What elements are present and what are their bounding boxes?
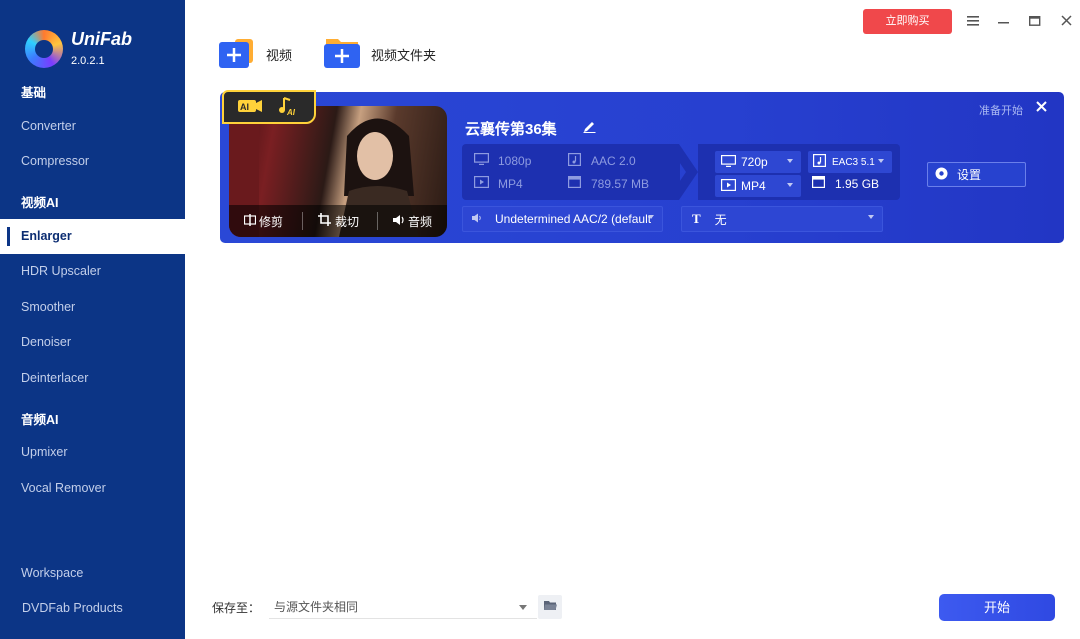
video-file-icon xyxy=(721,178,737,194)
buy-now-button[interactable]: 立即购买 xyxy=(863,9,952,34)
source-audio: AAC 2.0 xyxy=(568,153,636,169)
section-audio-ai: 音频AI xyxy=(21,413,59,427)
sidebar-item-workspace[interactable]: Workspace xyxy=(0,556,185,591)
sidebar-item-compressor[interactable]: Compressor xyxy=(0,144,185,179)
output-container-select[interactable]: MP4 xyxy=(715,175,801,197)
section-video-ai: 视频AI xyxy=(21,196,59,210)
task-status: 准备开始 xyxy=(979,105,1023,117)
convert-arrow-icon xyxy=(667,144,701,200)
section-basic: 基础 xyxy=(21,86,47,100)
add-folder-label: 视频文件夹 xyxy=(371,47,437,63)
settings-label: 设置 xyxy=(957,168,982,182)
sidebar-item-dvdfab-products[interactable]: DVDFab Products xyxy=(0,591,185,626)
chevron-down-icon xyxy=(787,183,793,187)
trim-tool[interactable]: 修剪 xyxy=(243,213,284,230)
ai-badge: AI AI xyxy=(222,90,316,124)
chevron-down-icon xyxy=(787,159,793,163)
sidebar-item-hdr-upscaler[interactable]: HDR Upscaler xyxy=(0,254,185,289)
source-resolution: 1080p xyxy=(474,153,531,168)
text-icon: T xyxy=(692,211,701,226)
sidebar-item-smoother[interactable]: Smoother xyxy=(0,290,185,325)
minimize-icon[interactable] xyxy=(993,10,1015,32)
subtitle-value: 无 xyxy=(714,212,727,227)
output-resolution-select[interactable]: 720p xyxy=(715,151,801,173)
video-file-icon xyxy=(474,176,490,191)
trim-icon xyxy=(243,213,257,229)
gear-icon xyxy=(935,167,948,183)
audio-track-value: Undetermined AAC/2 (default xyxy=(495,212,652,226)
thumbnail-toolbar: 修剪 裁切 音频 xyxy=(229,205,447,237)
chevron-down-icon xyxy=(648,215,654,219)
remove-task-icon[interactable] xyxy=(1036,99,1047,116)
svg-text:AI: AI xyxy=(286,108,296,117)
monitor-icon xyxy=(474,153,490,168)
volume-icon xyxy=(472,212,483,226)
add-video-button[interactable]: 视频 xyxy=(219,36,292,72)
audio-track-select[interactable]: Undetermined AAC/2 (default xyxy=(462,206,663,232)
music-note-icon xyxy=(568,153,582,169)
file-size-icon xyxy=(812,176,826,191)
source-container: MP4 xyxy=(474,176,523,191)
video-title: 云襄传第36集 xyxy=(465,121,557,138)
brand-version: 2.0.2.1 xyxy=(71,55,105,67)
start-button[interactable]: 开始 xyxy=(939,594,1055,621)
toolbar-divider xyxy=(302,212,304,230)
crop-label: 裁切 xyxy=(335,214,360,229)
subtitle-select[interactable]: T 无 xyxy=(681,206,883,232)
crop-tool[interactable]: 裁切 xyxy=(318,213,359,230)
close-icon[interactable] xyxy=(1055,10,1077,32)
chevron-down-icon xyxy=(519,605,527,610)
music-note-icon xyxy=(813,154,827,170)
add-video-icon xyxy=(219,36,257,73)
crop-icon xyxy=(318,213,332,229)
menu-icon[interactable] xyxy=(962,10,984,32)
brand-name: UniFab xyxy=(71,29,132,49)
sidebar: UniFab 2.0.2.1 基础 Converter Compressor 视… xyxy=(0,0,185,639)
trim-label: 修剪 xyxy=(259,214,284,229)
ai-video-icon: AI xyxy=(238,100,262,112)
sidebar-item-denoiser[interactable]: Denoiser xyxy=(0,325,185,360)
sidebar-item-converter[interactable]: Converter xyxy=(0,109,185,144)
unifab-window: UniFab 2.0.2.1 基础 Converter Compressor 视… xyxy=(0,0,1080,639)
add-video-label: 视频 xyxy=(266,47,293,63)
settings-button[interactable]: 设置 xyxy=(927,162,1026,187)
toolbar-divider xyxy=(377,212,379,230)
add-folder-button[interactable]: 视频文件夹 xyxy=(324,36,436,72)
audio-tool[interactable]: 音频 xyxy=(393,213,432,230)
sidebar-item-deinterlacer[interactable]: Deinterlacer xyxy=(0,361,185,396)
edit-title-icon[interactable] xyxy=(583,120,596,138)
speaker-icon xyxy=(393,214,406,229)
add-folder-icon xyxy=(324,36,362,73)
audio-label: 音频 xyxy=(408,214,433,229)
sidebar-item-upmixer[interactable]: Upmixer xyxy=(0,435,185,470)
save-to-label: 保存至： xyxy=(212,601,261,615)
unifab-logo-icon xyxy=(25,30,63,68)
ai-audio-icon: AI xyxy=(279,97,296,117)
sidebar-item-enlarger[interactable]: Enlarger xyxy=(0,219,185,254)
chevron-down-icon xyxy=(868,215,874,219)
file-size-icon xyxy=(568,176,582,191)
save-to-select[interactable]: 与源文件夹相同 xyxy=(269,595,537,619)
output-size: 1.95 GB xyxy=(812,176,879,191)
browse-folder-button[interactable] xyxy=(538,595,562,619)
sidebar-item-vocal-remover[interactable]: Vocal Remover xyxy=(0,471,185,506)
maximize-icon[interactable] xyxy=(1024,10,1046,32)
output-audio-select[interactable]: EAC3 5.1 xyxy=(808,151,892,173)
folder-open-icon xyxy=(543,598,557,616)
monitor-icon xyxy=(721,154,737,170)
svg-text:AI: AI xyxy=(240,102,249,112)
source-size: 789.57 MB xyxy=(568,176,649,191)
chevron-down-icon xyxy=(878,159,884,163)
